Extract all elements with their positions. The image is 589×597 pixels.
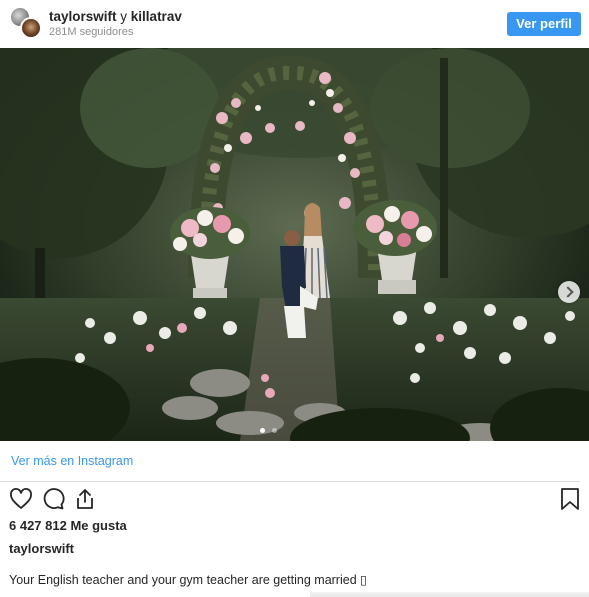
comment-button[interactable] bbox=[41, 487, 65, 511]
carousel-indicator bbox=[260, 420, 330, 433]
share-button[interactable] bbox=[73, 487, 97, 511]
scroll-shadow bbox=[310, 592, 589, 597]
caption-username[interactable]: taylorswift bbox=[9, 541, 74, 556]
caption-text: Your English teacher and your gym teache… bbox=[9, 573, 368, 587]
action-bar bbox=[0, 487, 589, 513]
see-more-link[interactable]: Ver más en Instagram bbox=[11, 454, 133, 468]
avatar-group[interactable] bbox=[9, 6, 43, 40]
like-count[interactable]: 6 427 812 Me gusta bbox=[9, 518, 127, 533]
post-header: taylorswift y killatrav 281M seguidores … bbox=[0, 0, 589, 48]
instagram-embed-card: taylorswift y killatrav 281M seguidores … bbox=[0, 0, 589, 597]
post-photo[interactable] bbox=[0, 48, 589, 441]
username-killatrav[interactable]: killatrav bbox=[131, 9, 182, 24]
comment-icon bbox=[43, 488, 65, 510]
view-profile-button[interactable]: Ver perfil bbox=[507, 12, 581, 36]
share-icon bbox=[77, 489, 93, 509]
carousel-dot-1 bbox=[260, 428, 265, 433]
follower-count: 281M seguidores bbox=[49, 26, 134, 38]
divider bbox=[0, 481, 580, 482]
username-taylorswift[interactable]: taylorswift bbox=[49, 9, 117, 24]
heart-icon bbox=[10, 488, 32, 509]
like-button[interactable] bbox=[9, 487, 33, 511]
garden-proposal-image bbox=[0, 48, 589, 441]
bookmark-icon bbox=[561, 488, 579, 510]
save-button[interactable] bbox=[558, 487, 582, 511]
avatar-killatrav[interactable] bbox=[20, 17, 42, 39]
names-conjunction: y bbox=[120, 9, 128, 24]
next-photo-button[interactable] bbox=[558, 281, 580, 303]
author-names: taylorswift y killatrav bbox=[49, 9, 182, 24]
